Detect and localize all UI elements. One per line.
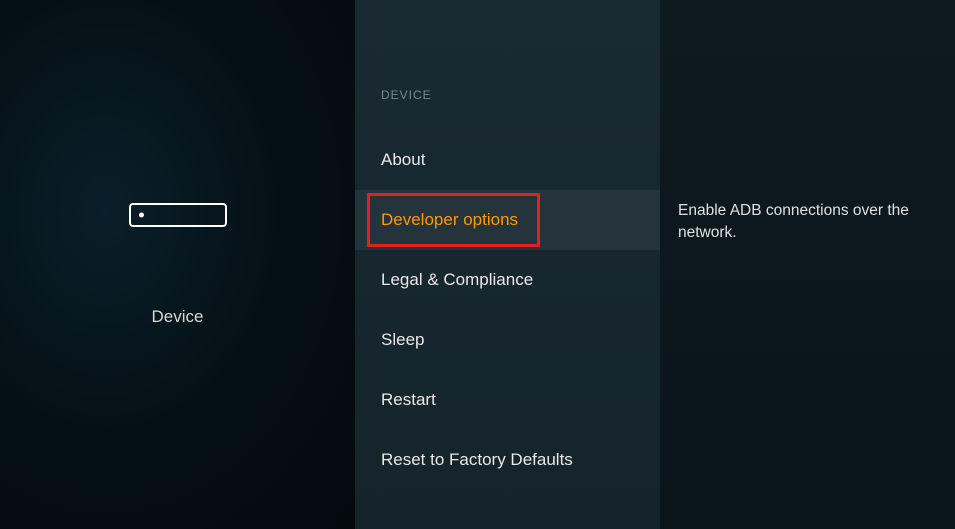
menu-item-developer-options[interactable]: Developer options xyxy=(355,190,660,250)
menu-item-reset-factory[interactable]: Reset to Factory Defaults xyxy=(355,430,660,490)
menu-item-about[interactable]: About xyxy=(355,130,660,190)
menu-item-restart[interactable]: Restart xyxy=(355,370,660,430)
section-header-device: DEVICE xyxy=(355,88,660,102)
device-label: Device xyxy=(152,307,204,327)
description-panel: Enable ADB connections over the network. xyxy=(660,0,955,529)
item-description: Enable ADB connections over the network. xyxy=(678,200,925,243)
menu-item-label: Developer options xyxy=(381,210,518,229)
menu-item-legal-compliance[interactable]: Legal & Compliance xyxy=(355,250,660,310)
menu-panel: DEVICE About Developer options Legal & C… xyxy=(355,0,660,529)
device-icon xyxy=(129,203,227,227)
menu-item-sleep[interactable]: Sleep xyxy=(355,310,660,370)
left-panel: Device xyxy=(0,0,355,529)
